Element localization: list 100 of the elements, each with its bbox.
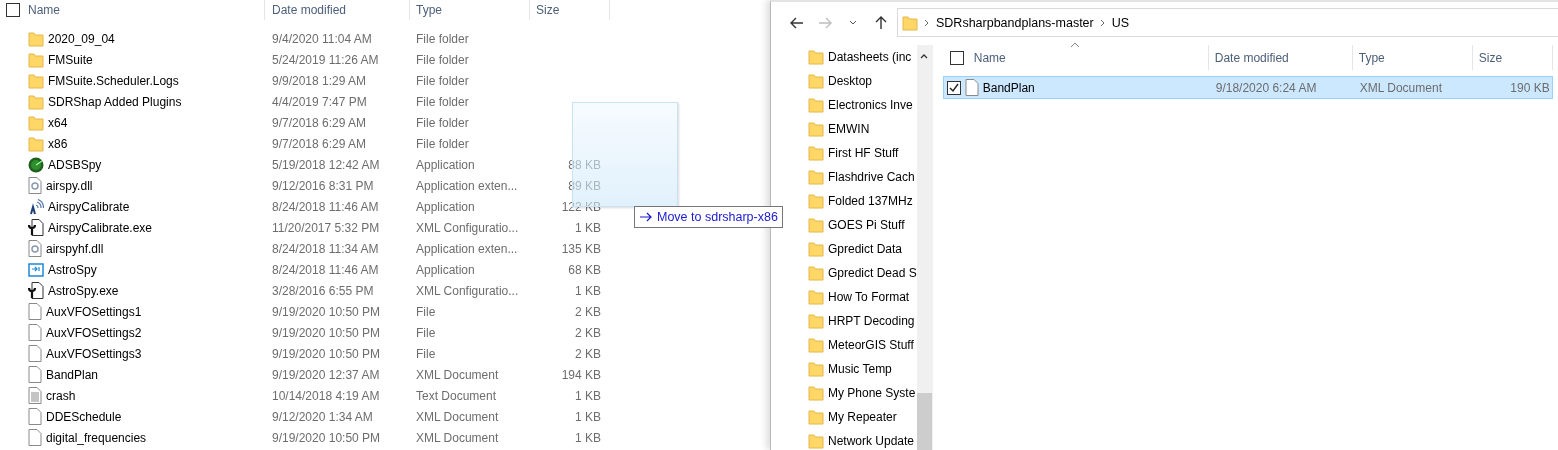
nav-folder[interactable]: Electronics Inve <box>828 98 913 112</box>
folder-icon <box>808 193 824 209</box>
breadcrumb[interactable]: SDRsharpbandplans-master <box>936 15 1094 30</box>
breadcrumb[interactable]: US <box>1111 15 1130 30</box>
file-name[interactable]: crash <box>46 388 76 403</box>
folder-icon <box>808 217 824 233</box>
folder-icon <box>808 433 824 449</box>
file-size: 135 KB <box>561 241 601 256</box>
column-header[interactable]: Type <box>416 3 442 17</box>
column-header[interactable]: Date modified <box>272 3 347 17</box>
file-name[interactable]: AstroSpy.exe <box>48 283 119 298</box>
file-size: 2 KB <box>575 325 601 340</box>
file-name[interactable]: FMSuite.Scheduler.Logs <box>48 73 179 88</box>
nav-folder[interactable]: Network Update <box>828 434 915 448</box>
date-modified: 9/7/2018 6:29 AM <box>272 115 367 130</box>
date-modified: 3/28/2016 6:55 PM <box>272 283 374 298</box>
folder-icon <box>28 72 44 89</box>
file-name[interactable]: airspyhf.dll <box>46 241 104 256</box>
file-name[interactable]: BandPlan <box>46 367 99 382</box>
folder-icon <box>808 121 824 137</box>
file-name[interactable]: SDRShap Added Plugins <box>48 94 182 109</box>
up-arrow-icon <box>875 15 887 30</box>
date-modified: 8/24/2018 11:46 AM <box>272 199 379 214</box>
gear-file-icon <box>28 177 42 194</box>
date-modified: 11/20/2017 5:32 PM <box>272 220 380 235</box>
file-name[interactable]: AuxVFOSettings3 <box>46 346 142 361</box>
file-name[interactable]: ADSBSpy <box>48 157 102 172</box>
file-type: File folder <box>416 52 469 67</box>
nav-folder[interactable]: Gpredict Dead S <box>828 266 917 280</box>
date-modified: 8/24/2018 11:46 AM <box>272 262 379 277</box>
file-name[interactable]: x86 <box>48 136 68 151</box>
nav-folder[interactable]: My Repeater <box>828 410 897 424</box>
file-name[interactable]: 2020_09_04 <box>48 31 115 46</box>
scrollbar[interactable] <box>916 45 932 450</box>
nav-folder[interactable]: Flashdrive Cach <box>828 170 915 184</box>
column-header[interactable]: Size <box>1478 50 1503 65</box>
file-type: XML Configuratio... <box>416 283 519 298</box>
nav-folder[interactable]: GOES Pi Stuff <box>828 218 905 232</box>
file-name[interactable]: x64 <box>48 115 68 130</box>
file-name[interactable]: digital_frequencies <box>46 430 147 445</box>
date-modified: 9/7/2018 6:29 AM <box>272 136 367 151</box>
column-header[interactable]: Name <box>28 3 60 17</box>
date-modified: 9/4/2020 11:04 AM <box>272 31 372 46</box>
arrow-icon <box>639 212 653 222</box>
file-name: BandPlan <box>982 80 1035 95</box>
file-icon <box>964 79 979 96</box>
file-name[interactable]: AuxVFOSettings1 <box>46 304 142 319</box>
folder-icon <box>808 169 824 185</box>
file-name[interactable]: FMSuite <box>48 52 93 67</box>
date-modified: 9/12/2020 1:34 AM <box>272 409 373 424</box>
folder-icon <box>28 30 44 47</box>
date-modified: 9/12/2016 8:31 PM <box>272 178 374 193</box>
file-type: File <box>416 346 436 361</box>
address-bar[interactable]: SDRsharpbandplans-master US <box>897 8 1558 37</box>
file-icon <box>28 366 42 383</box>
select-all-checkbox[interactable] <box>949 50 964 65</box>
column-header[interactable]: Size <box>536 3 560 17</box>
file-row[interactable]: BandPlan 9/18/2020 6:24 AM XML Document 190 KB <box>942 76 1553 99</box>
column-header[interactable]: Date modified <box>1214 50 1289 65</box>
file-name[interactable]: AirspyCalibrate.exe <box>48 220 153 235</box>
date-modified: 9/18/2020 6:24 AM <box>1215 80 1317 95</box>
file-size: 1 KB <box>575 430 601 445</box>
file-name[interactable]: airspy.dll <box>46 178 93 193</box>
nav-folder[interactable]: EMWIN <box>828 122 870 136</box>
file-name[interactable]: AuxVFOSettings2 <box>46 325 142 340</box>
nav-folder[interactable]: Datasheets (inc <box>828 50 912 64</box>
file-type: File folder <box>416 136 469 151</box>
chevron-icon <box>924 18 930 27</box>
nav-folder[interactable]: MeteorGIS Stuff <box>828 338 914 352</box>
file-type: XML Configuratio... <box>416 220 519 235</box>
sort-caret-icon <box>1070 42 1081 48</box>
nav-folder[interactable]: My Phone Syste <box>828 386 916 400</box>
nav-folder[interactable]: Desktop <box>828 74 873 88</box>
column-header[interactable]: Type <box>1358 50 1385 65</box>
file-type: XML Document <box>416 409 499 424</box>
radar-icon <box>28 156 44 173</box>
column-header[interactable]: Name <box>973 50 1006 65</box>
file-icon <box>28 324 42 341</box>
select-all-checkbox[interactable] <box>6 3 20 17</box>
nav-folder[interactable]: HRPT Decoding <box>828 314 915 328</box>
file-type: File folder <box>416 31 469 46</box>
scrollbar-thumb[interactable] <box>916 393 932 450</box>
file-icon <box>28 408 42 425</box>
nav-folder[interactable]: Gpredict Data <box>828 242 903 256</box>
nav-folder[interactable]: Music Temp <box>828 362 892 376</box>
file-size: 68 KB <box>568 262 601 277</box>
date-modified: 9/19/2020 10:50 PM <box>272 430 381 445</box>
row-checkbox[interactable] <box>946 80 961 95</box>
file-name[interactable]: AirspyCalibrate <box>48 199 130 214</box>
file-name[interactable]: AstroSpy <box>48 262 97 277</box>
file-size: 2 KB <box>575 346 601 361</box>
nav-folder[interactable]: Folded 137MHz <box>828 194 913 208</box>
file-type: File <box>416 325 436 340</box>
file-type: Application exten... <box>416 241 518 256</box>
nav-folder[interactable]: First HF Stuff <box>828 146 899 160</box>
file-name[interactable]: DDESchedule <box>46 409 122 424</box>
folder-icon <box>808 73 824 89</box>
folder-icon <box>808 385 824 401</box>
nav-folder[interactable]: How To Format <box>828 290 910 304</box>
file-type: File folder <box>416 115 469 130</box>
